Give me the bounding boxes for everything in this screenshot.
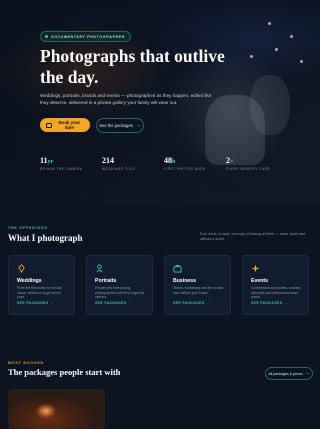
see-packages-link[interactable]: SEE PACKAGES → [17, 301, 54, 305]
bokeh-light [250, 55, 253, 58]
service-card-business[interactable]: Business Teams, workshops and the honest… [164, 255, 231, 315]
service-card-events[interactable]: Events Conferences and parties, covered … [242, 255, 309, 315]
see-packages-label: See the packages [99, 123, 133, 128]
services-eyebrow: THE OFFERINGS [8, 226, 48, 230]
service-name: Portraits [95, 278, 117, 284]
stat-years: 11yr BEHIND THE CAMERA [40, 156, 82, 171]
packages-eyebrow: MOST BOOKED [8, 361, 44, 365]
services-note: Four kinds of days, one way of looking a… [200, 232, 305, 242]
bokeh-light [300, 60, 303, 63]
hero-section: DOCUMENTARY PHOTOGRAPHER Photographs tha… [0, 0, 320, 205]
camera-icon [46, 122, 52, 128]
stat-value: 11 [40, 156, 48, 165]
stat-turnaround: 48h FIRST PHOTOS BACK [164, 156, 206, 171]
service-desc: People who hate posing, photographed unt… [95, 286, 145, 300]
stat-value: 214 [102, 156, 114, 165]
service-card-weddings[interactable]: Weddings From the first button to the la… [8, 255, 75, 315]
hero-badge: DOCUMENTARY PHOTOGRAPHER [40, 31, 131, 42]
service-desc: From the first button to the last dance,… [17, 286, 62, 300]
badge-dot-icon [45, 35, 48, 38]
stat-suffix: yr [47, 159, 54, 165]
service-desc: Conferences and parties, covered discree… [251, 286, 301, 300]
services-title: What I photograph [8, 233, 83, 243]
package-photo[interactable] [8, 389, 105, 429]
bokeh-light [275, 48, 278, 51]
service-desc: Teams, workshops and the honest work beh… [173, 286, 224, 295]
all-packages-label: All packages & prices [268, 371, 303, 376]
arrow-right-icon: → [135, 122, 141, 128]
book-date-label: Book your date [58, 120, 81, 130]
badge-label: DOCUMENTARY PHOTOGRAPHER [51, 34, 125, 39]
stat-label: FIRST PHOTOS BACK [164, 167, 206, 171]
stat-backups: 2× EVERY MEMORY CARD [226, 156, 270, 171]
service-name: Business [173, 278, 197, 284]
book-date-button[interactable]: Book your date [40, 118, 90, 132]
stat-label: EVERY MEMORY CARD [226, 167, 271, 171]
see-packages-link[interactable]: SEE PACKAGES → [173, 301, 210, 305]
person-icon [95, 264, 104, 273]
packages-title: The packages people start with [8, 367, 121, 377]
hero-title: Photographs that outlive the day. [40, 46, 225, 87]
stat-label: WEDDINGS TOLD [102, 167, 136, 171]
all-packages-button[interactable]: All packages & prices → [265, 367, 313, 380]
stat-weddings: 214 WEDDINGS TOLD [102, 156, 135, 171]
hero-subtitle: Weddings, portraits, brands and events —… [40, 93, 212, 105]
bokeh-light [268, 22, 271, 25]
see-packages-link[interactable]: SEE PACKAGES → [95, 301, 132, 305]
service-name: Events [251, 278, 269, 284]
stat-value: 48 [164, 156, 172, 165]
stat-label: BEHIND THE CAMERA [40, 167, 83, 171]
bokeh-light [290, 35, 293, 38]
service-card-portraits[interactable]: Portraits People who hate posing, photog… [86, 255, 153, 315]
see-packages-link[interactable]: SEE PACKAGES → [251, 301, 288, 305]
see-packages-button[interactable]: See the packages → [96, 118, 144, 133]
sparkle-icon [251, 264, 260, 273]
service-name: Weddings [17, 278, 42, 284]
stat-suffix: × [230, 159, 234, 165]
stat-suffix: h [172, 159, 176, 165]
rings-icon [17, 264, 26, 273]
arrow-right-icon: → [304, 370, 310, 376]
hero-photo-figure [250, 75, 290, 135]
briefcase-icon [173, 264, 182, 273]
